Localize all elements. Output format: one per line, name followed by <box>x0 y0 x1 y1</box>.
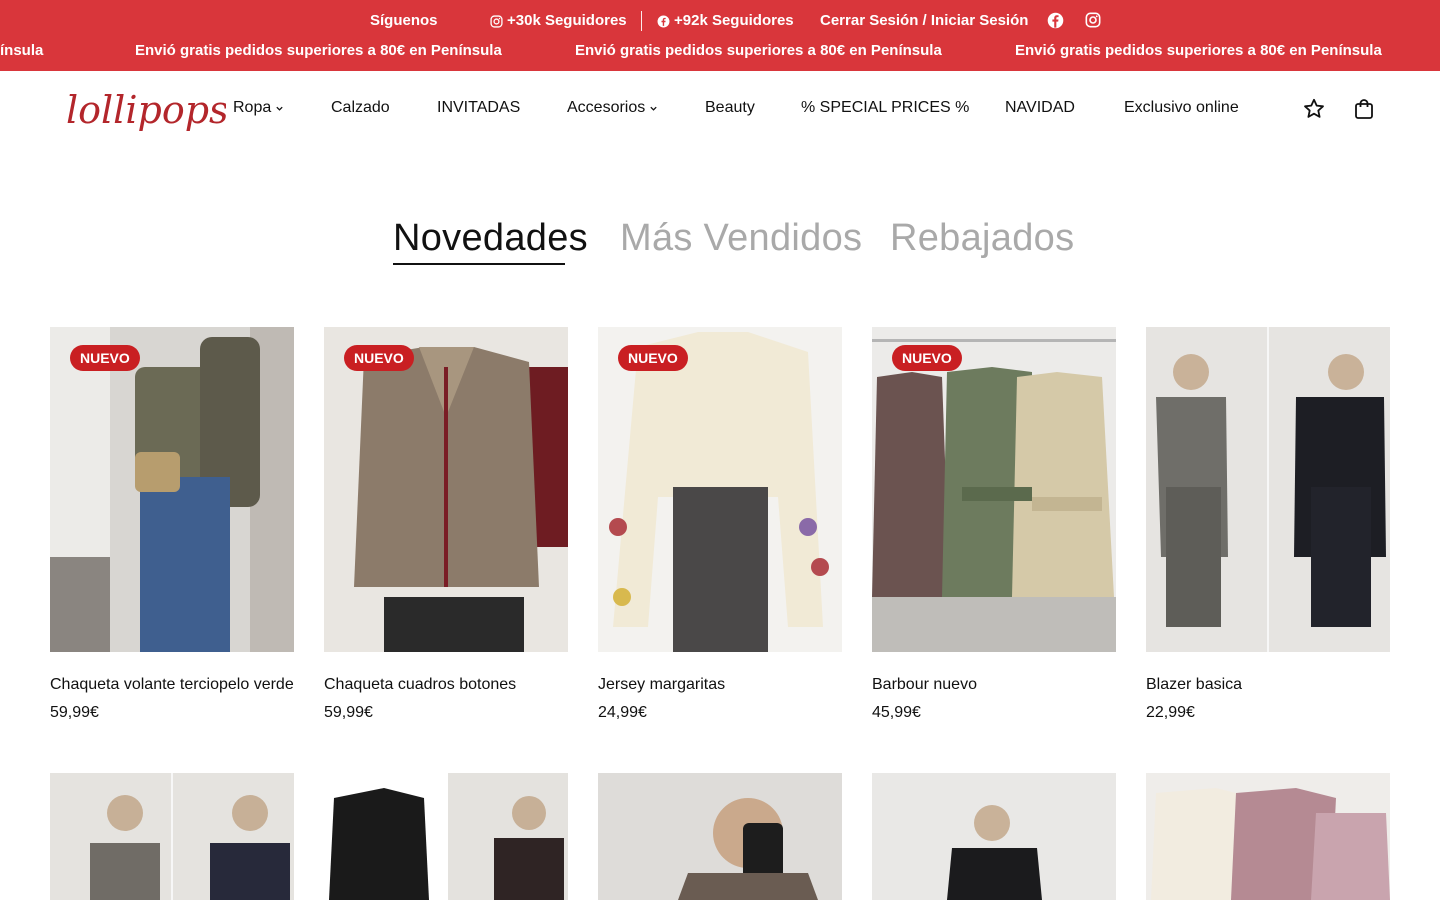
facebook-followers-text: +92k Seguidores <box>674 12 794 29</box>
follow-label: Síguenos <box>370 12 438 29</box>
instagram-followers-text: +30k Seguidores <box>507 12 627 29</box>
product-card[interactable] <box>1146 773 1390 900</box>
product-image[interactable] <box>598 773 842 900</box>
instagram-icon[interactable] <box>1085 12 1101 28</box>
product-price: 45,99€ <box>872 704 921 721</box>
logo-text: lollipops <box>66 88 226 132</box>
instagram-followers-link[interactable]: +30k Seguidores <box>490 10 627 32</box>
nav-beauty[interactable]: Beauty <box>705 97 755 119</box>
promo-text: Envió gratis pedidos superiores a 80€ en… <box>575 42 942 59</box>
product-image[interactable]: NUEVO <box>598 327 842 652</box>
product-name[interactable]: Chaqueta cuadros botones <box>324 675 516 695</box>
site-header: lollipops Ropa Calzado INVITADAS Accesor… <box>0 71 1440 147</box>
new-badge: NUEVO <box>70 345 140 371</box>
nav-ropa[interactable]: Ropa <box>233 97 284 119</box>
divider <box>641 11 642 31</box>
new-badge: NUEVO <box>344 345 414 371</box>
product-price: 24,99€ <box>598 704 647 721</box>
nav-calzado[interactable]: Calzado <box>331 97 390 119</box>
product-name[interactable]: Chaqueta volante terciopelo verde <box>50 675 294 695</box>
shopping-bag-icon[interactable] <box>1352 97 1376 121</box>
product-image[interactable] <box>324 773 568 900</box>
new-badge: NUEVO <box>618 345 688 371</box>
chevron-down-icon <box>276 106 283 111</box>
product-name[interactable]: Jersey margaritas <box>598 675 725 695</box>
nav-label: Accesorios <box>567 99 646 116</box>
promo-text: Envió gratis pedidos superiores a 80€ en… <box>1015 42 1382 59</box>
product-card[interactable] <box>598 773 842 900</box>
new-badge: NUEVO <box>892 345 962 371</box>
product-image[interactable] <box>1146 327 1390 652</box>
product-card[interactable] <box>50 773 294 900</box>
product-name[interactable]: Barbour nuevo <box>872 675 977 695</box>
instagram-icon <box>490 14 503 28</box>
nav-accesorios[interactable]: Accesorios <box>567 97 658 119</box>
nav-exclusivo-online[interactable]: Exclusivo online <box>1124 97 1239 119</box>
facebook-icon[interactable] <box>1047 12 1064 29</box>
nav-special-prices[interactable]: % SPECIAL PRICES % <box>801 97 969 119</box>
chevron-down-icon <box>650 106 657 111</box>
product-image[interactable]: NUEVO <box>872 327 1116 652</box>
nav-label: Ropa <box>233 99 272 116</box>
product-image[interactable] <box>50 773 294 900</box>
product-image[interactable]: NUEVO <box>324 327 568 652</box>
nav-navidad[interactable]: NAVIDAD <box>1005 97 1075 119</box>
promo-marquee: ínsula Envió gratis pedidos superiores a… <box>0 41 1440 61</box>
social-row: Síguenos +30k Seguidores +92k Seguidores… <box>0 10 1440 32</box>
product-image[interactable]: NUEVO <box>50 327 294 652</box>
facebook-icon <box>657 15 670 27</box>
product-price: 59,99€ <box>324 704 373 721</box>
product-card[interactable]: NUEVO Chaqueta cuadros botones 59,99€ <box>324 327 568 727</box>
tab-novedades[interactable]: Novedades <box>393 215 588 261</box>
tab-rebajados[interactable]: Rebajados <box>890 215 1074 261</box>
top-announcement-bar: Síguenos +30k Seguidores +92k Seguidores… <box>0 0 1440 71</box>
product-card[interactable]: NUEVO Barbour nuevo 45,99€ <box>872 327 1116 727</box>
product-price: 59,99€ <box>50 704 99 721</box>
star-icon[interactable] <box>1302 97 1326 121</box>
product-card[interactable] <box>872 773 1116 900</box>
product-card[interactable]: Blazer basica 22,99€ <box>1146 327 1390 727</box>
product-image[interactable] <box>872 773 1116 900</box>
product-card[interactable]: NUEVO Jersey margaritas 24,99€ <box>598 327 842 727</box>
promo-text: ínsula <box>0 42 44 59</box>
nav-invitadas[interactable]: INVITADAS <box>437 97 520 119</box>
product-price: 22,99€ <box>1146 704 1195 721</box>
product-image[interactable] <box>1146 773 1390 900</box>
product-card[interactable] <box>324 773 568 900</box>
product-tabs: Novedades Más Vendidos Rebajados <box>0 215 1440 275</box>
account-link[interactable]: Cerrar Sesión / Iniciar Sesión <box>820 10 1028 32</box>
logo[interactable]: lollipops <box>66 83 229 139</box>
tab-mas-vendidos[interactable]: Más Vendidos <box>620 215 862 261</box>
product-name[interactable]: Blazer basica <box>1146 675 1242 695</box>
active-tab-underline <box>393 263 565 265</box>
promo-text: Envió gratis pedidos superiores a 80€ en… <box>135 42 502 59</box>
facebook-followers-link[interactable]: +92k Seguidores <box>657 10 794 32</box>
product-card[interactable]: NUEVO Chaqueta volante terciopelo verde … <box>50 327 294 727</box>
